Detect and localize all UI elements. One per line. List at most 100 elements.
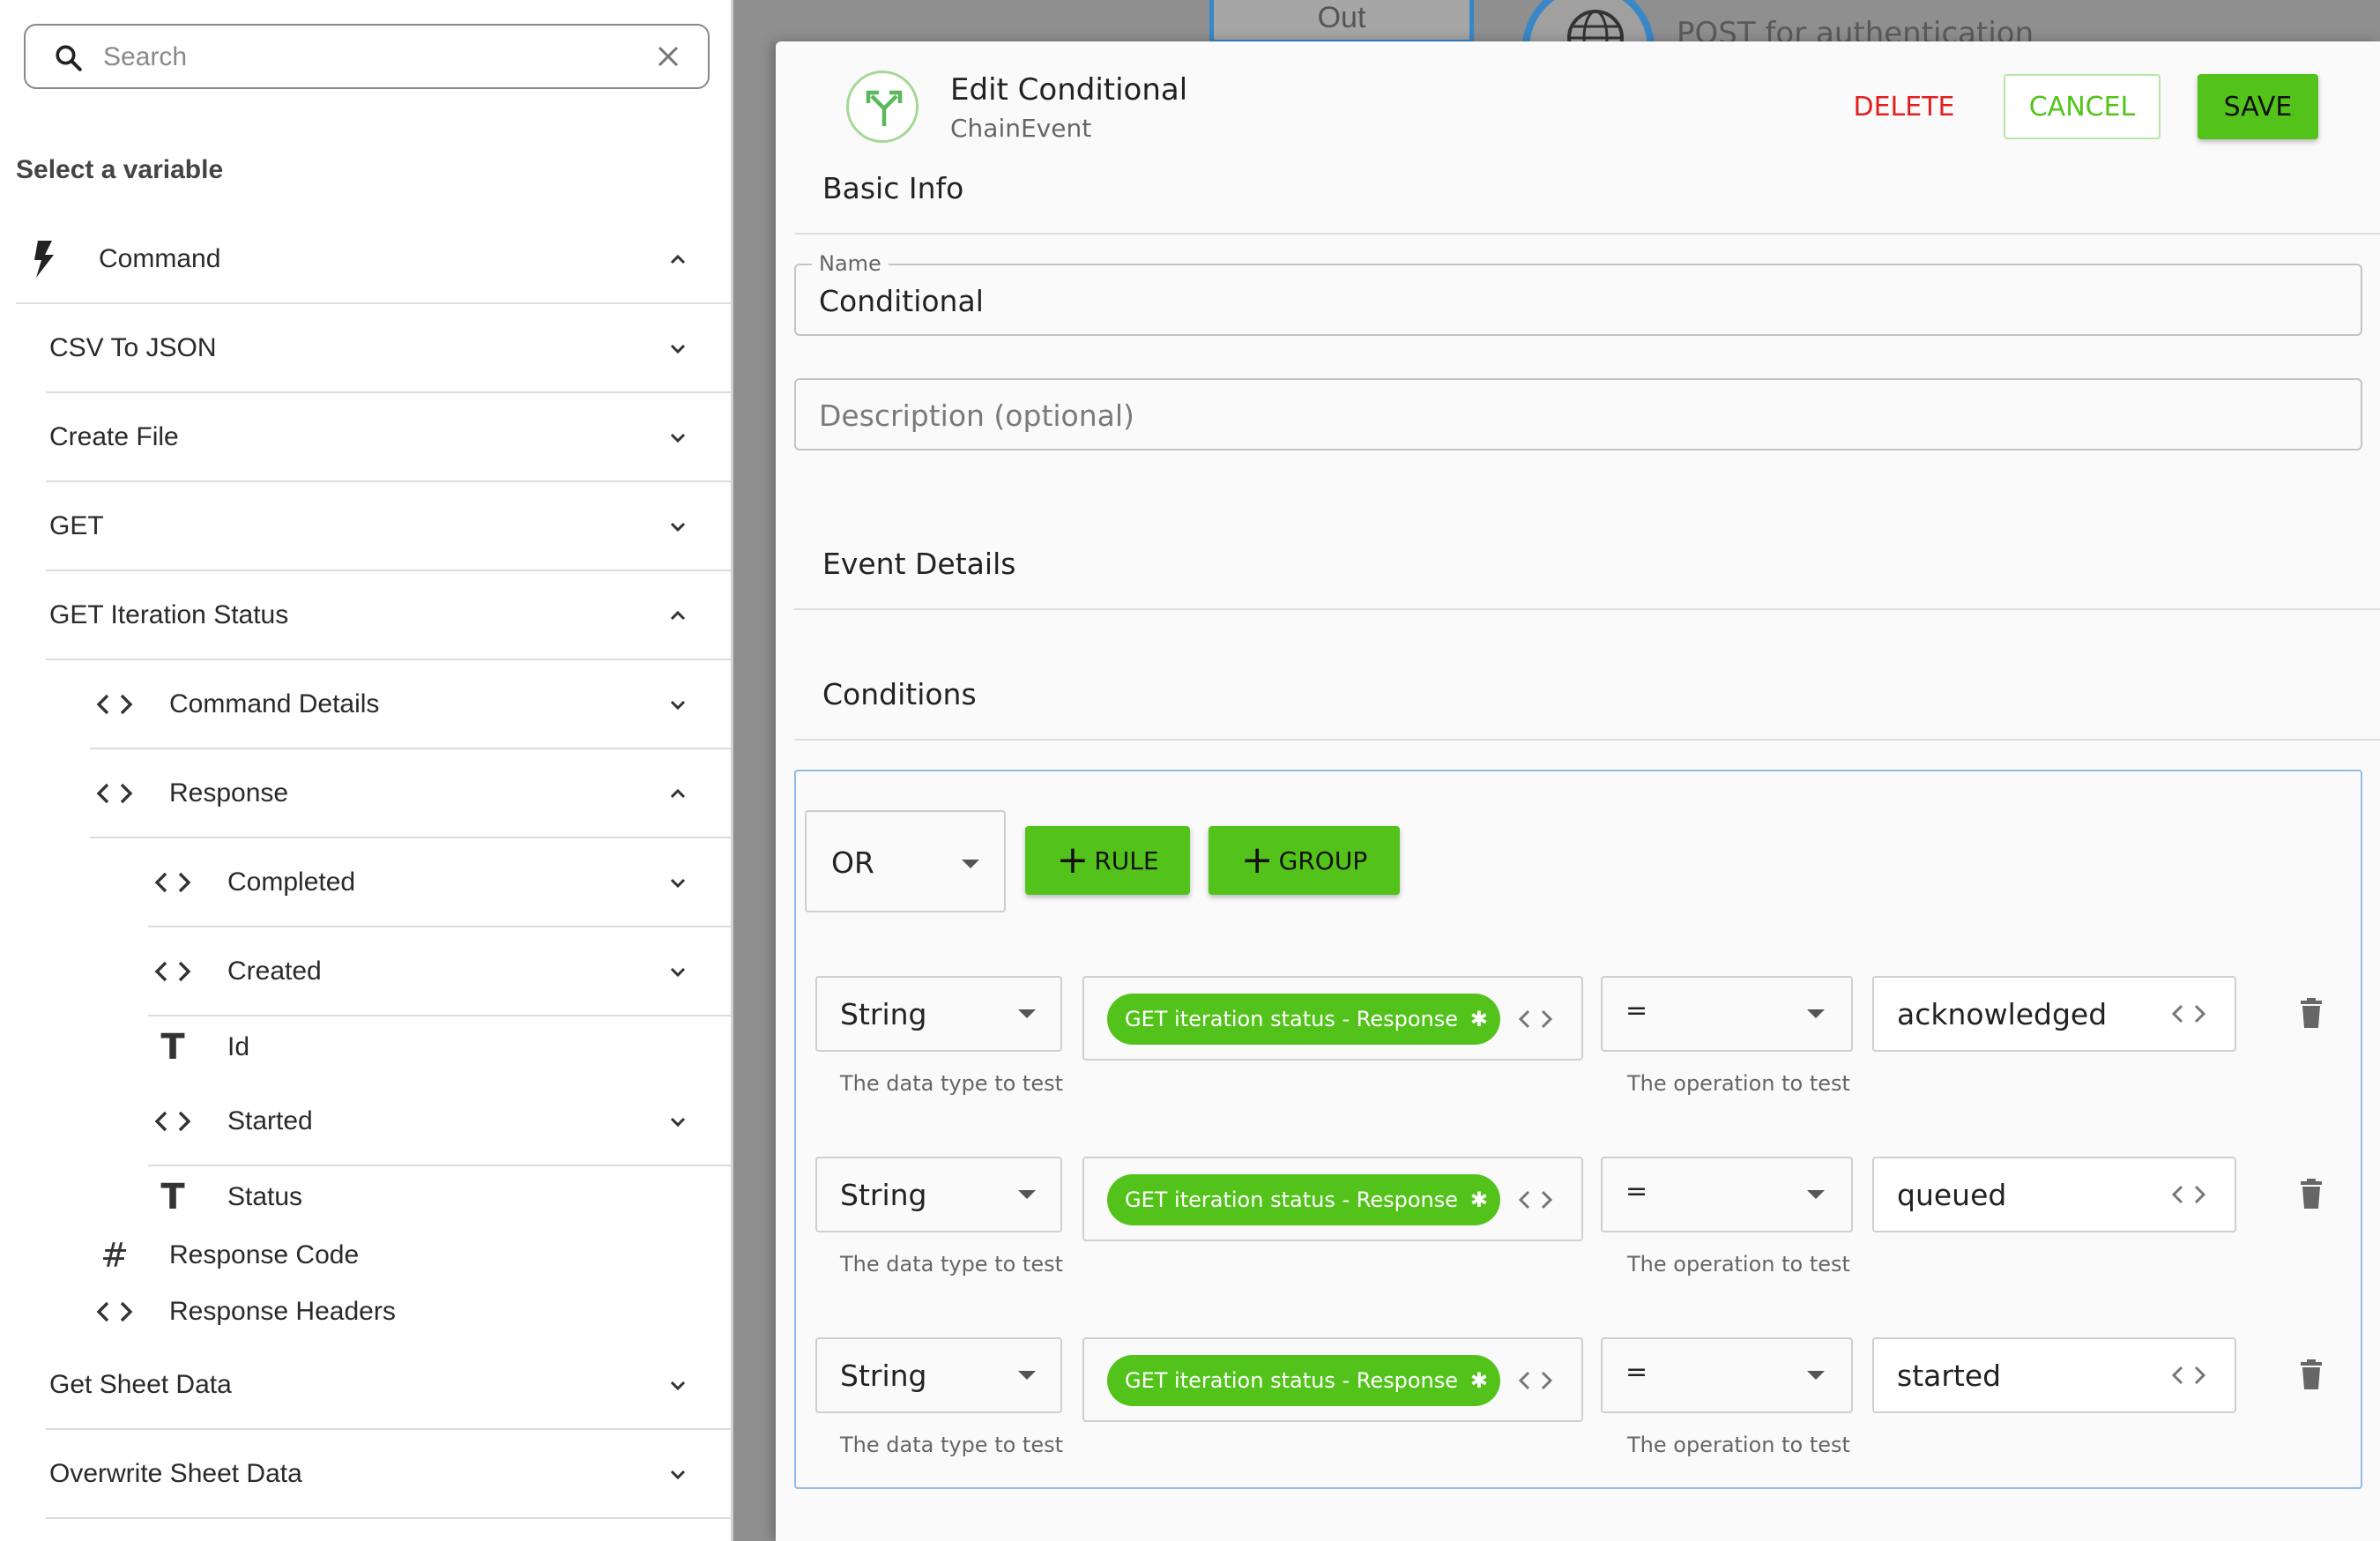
code-icon[interactable] xyxy=(2169,1362,2208,1388)
sidebar-item-label: Response Code xyxy=(169,1240,360,1269)
description-input[interactable] xyxy=(819,396,2317,435)
combinator-select[interactable]: OR xyxy=(805,810,1006,912)
delete-rule-icon[interactable] xyxy=(2299,998,2324,1028)
operator-select[interactable]: = xyxy=(1601,976,1853,1052)
description-field[interactable] xyxy=(794,378,2362,450)
value-field[interactable]: started xyxy=(1872,1337,2236,1413)
code-icon[interactable] xyxy=(1516,1367,1555,1394)
value-field[interactable]: acknowledged xyxy=(1872,976,2236,1052)
edit-conditional-dialog: Edit Conditional ChainEvent DELETE CANCE… xyxy=(776,41,2380,1541)
operator-select[interactable]: = xyxy=(1601,1157,1853,1232)
code-icon xyxy=(95,776,134,811)
remove-chip-icon[interactable]: ✱ xyxy=(1470,994,1488,1045)
chevron-up-icon[interactable] xyxy=(667,249,688,270)
sidebar-item-command[interactable]: Command xyxy=(16,215,731,304)
condition-rule: String The data type to test GET iterati… xyxy=(796,1157,2364,1333)
chevron-down-icon[interactable] xyxy=(667,1463,688,1485)
delete-button[interactable]: DELETE xyxy=(1816,74,1992,139)
name-field[interactable]: Name xyxy=(794,251,2362,336)
code-icon[interactable] xyxy=(1516,1187,1555,1213)
sidebar-item-get-sheet-data[interactable]: Get Sheet Data xyxy=(46,1341,731,1430)
code-icon[interactable] xyxy=(1516,1006,1555,1032)
operator-select[interactable]: = xyxy=(1601,1337,1853,1413)
chevron-down-icon[interactable] xyxy=(667,1374,688,1396)
code-icon xyxy=(153,865,192,900)
delete-rule-icon[interactable] xyxy=(2299,1359,2324,1389)
name-input[interactable] xyxy=(819,281,2317,320)
sidebar-item-label: Command xyxy=(99,243,221,273)
add-rule-button[interactable]: + RULE xyxy=(1025,826,1190,895)
sidebar-item-id[interactable]: T Id xyxy=(148,1016,731,1078)
chevron-down-icon[interactable] xyxy=(667,1111,688,1132)
chevron-down-icon[interactable] xyxy=(667,872,688,893)
text-type-icon: T xyxy=(160,1177,185,1217)
sidebar-item-response-headers[interactable]: Response Headers xyxy=(90,1283,731,1341)
chevron-down-icon[interactable] xyxy=(667,427,688,448)
code-icon[interactable] xyxy=(2169,1001,2208,1027)
delete-rule-icon[interactable] xyxy=(2299,1179,2324,1209)
sidebar-item-command-details[interactable]: Command Details xyxy=(90,660,731,749)
sidebar-item-create-file[interactable]: Create File xyxy=(46,393,731,482)
select-variable-label: Select a variable xyxy=(16,155,224,184)
dropdown-arrow-icon xyxy=(962,860,979,868)
chevron-up-icon[interactable] xyxy=(667,605,688,626)
sidebar-item-status[interactable]: T Status xyxy=(148,1166,731,1228)
chevron-down-icon[interactable] xyxy=(667,516,688,537)
event-details-heading: Event Details xyxy=(822,547,1016,581)
data-type-value: String xyxy=(840,1178,927,1212)
variable-chip[interactable]: GET iteration status - Response ✱ xyxy=(1107,1174,1500,1225)
sidebar-item-response[interactable]: Response xyxy=(90,749,731,838)
variable-field[interactable]: GET iteration status - Response ✱ xyxy=(1082,976,1583,1061)
sidebar-item-label: Overwrite Sheet Data xyxy=(49,1458,302,1488)
add-group-button[interactable]: + GROUP xyxy=(1209,826,1400,895)
divider xyxy=(794,608,2380,610)
text-type-icon: T xyxy=(160,1027,185,1068)
plus-icon: + xyxy=(1240,838,1274,882)
data-type-select[interactable]: String xyxy=(815,976,1062,1052)
variable-chip[interactable]: GET iteration status - Response ✱ xyxy=(1107,1355,1500,1406)
data-type-value: String xyxy=(840,1359,927,1393)
condition-rule: String The data type to test GET iterati… xyxy=(796,1337,2364,1514)
chevron-up-icon[interactable] xyxy=(667,783,688,804)
search-input[interactable] xyxy=(103,38,632,77)
sidebar-item-overwrite-sheet-data[interactable]: Overwrite Sheet Data xyxy=(46,1430,731,1519)
value-field[interactable]: queued xyxy=(1872,1157,2236,1232)
dialog-subtitle: ChainEvent xyxy=(950,114,1092,143)
operator-value: = xyxy=(1625,1176,1648,1207)
data-type-select[interactable]: String xyxy=(815,1337,1062,1413)
save-button[interactable]: SAVE xyxy=(2198,74,2318,139)
data-type-select[interactable]: String xyxy=(815,1157,1062,1232)
chevron-down-icon[interactable] xyxy=(667,694,688,715)
sidebar-item-response-code[interactable]: # Response Code xyxy=(90,1228,731,1283)
clear-search-icon[interactable] xyxy=(655,43,681,70)
variable-field[interactable]: GET iteration status - Response ✱ xyxy=(1082,1337,1583,1422)
sidebar-item-label: Response xyxy=(169,778,289,808)
data-type-help: The data type to test xyxy=(840,1071,1064,1096)
sidebar-item-get-iteration-status[interactable]: GET Iteration Status xyxy=(46,571,731,660)
sidebar-item-get[interactable]: GET xyxy=(46,482,731,571)
sidebar-item-label: Id xyxy=(227,1032,250,1061)
conditions-heading: Conditions xyxy=(822,677,977,711)
data-type-value: String xyxy=(840,997,927,1031)
chevron-down-icon[interactable] xyxy=(667,338,688,359)
chevron-down-icon[interactable] xyxy=(667,961,688,982)
remove-chip-icon[interactable]: ✱ xyxy=(1470,1355,1488,1406)
variable-chip-label: GET iteration status - Response xyxy=(1125,1368,1458,1393)
dropdown-arrow-icon xyxy=(1018,1009,1036,1018)
sidebar-item-label: Response Headers xyxy=(169,1297,396,1326)
sidebar-item-created[interactable]: Created xyxy=(148,927,731,1016)
sidebar-item-started[interactable]: Started xyxy=(148,1078,731,1166)
operator-help: The operation to test xyxy=(1627,1433,1850,1457)
sidebar-item-completed[interactable]: Completed xyxy=(148,838,731,927)
operator-value: = xyxy=(1625,1357,1648,1388)
variable-field[interactable]: GET iteration status - Response ✱ xyxy=(1082,1157,1583,1241)
sidebar-item-csv-to-json[interactable]: CSV To JSON xyxy=(46,304,731,393)
sidebar-item-label: Status xyxy=(227,1182,303,1211)
sidebar-item-label: GET Iteration Status xyxy=(49,599,289,629)
add-rule-label: RULE xyxy=(1094,845,1159,875)
cancel-button[interactable]: CANCEL xyxy=(2004,74,2161,139)
remove-chip-icon[interactable]: ✱ xyxy=(1470,1174,1488,1225)
variable-chip[interactable]: GET iteration status - Response ✱ xyxy=(1107,994,1500,1045)
dropdown-arrow-icon xyxy=(1807,1009,1825,1018)
code-icon[interactable] xyxy=(2169,1181,2208,1208)
